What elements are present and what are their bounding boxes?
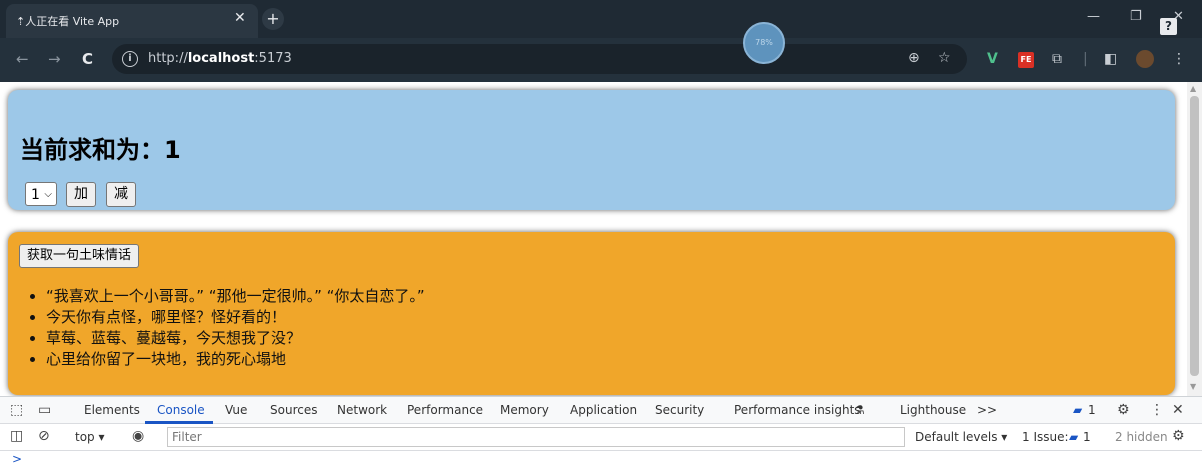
sum-label: 当前求和为： bbox=[20, 136, 164, 164]
tab-elements[interactable]: Elements bbox=[84, 403, 140, 417]
talk-panel: 获取一句土味情话 “我喜欢上一个小哥哥。” “那他一定很帅。” “你太自恋了。”… bbox=[8, 232, 1175, 395]
issues-count-badge[interactable]: 1 bbox=[1088, 403, 1096, 417]
list-item: 草莓、蓝莓、蔓越莓，今天想我了没？ bbox=[46, 328, 425, 349]
tab-network[interactable]: Network bbox=[337, 403, 387, 417]
tab-lighthouse[interactable]: Lighthouse bbox=[900, 403, 966, 417]
page-viewport: 当前求和为：1 1⌵ 加 减 获取一句土味情话 “我喜欢上一个小哥哥。” “那他… bbox=[0, 82, 1187, 396]
inspect-element-icon[interactable]: ⬚ bbox=[10, 402, 23, 418]
tab-title: ⇡人正在看 Vite App bbox=[16, 15, 120, 28]
devtools-menu-icon[interactable]: ⋮ bbox=[1150, 402, 1164, 418]
settings-gear-icon[interactable]: ⚙ bbox=[1117, 402, 1130, 418]
new-tab-button[interactable]: + bbox=[262, 8, 284, 30]
browser-toolbar: ← → C i http://localhost:5173 ⊕ ☆ V FE ⧉… bbox=[0, 38, 1202, 82]
devtools-close-icon[interactable]: ✕ bbox=[1172, 402, 1184, 418]
toolbar-divider: | bbox=[1083, 51, 1088, 67]
console-prompt-icon[interactable]: > bbox=[12, 452, 22, 466]
fetch-talk-button[interactable]: 获取一句土味情话 bbox=[19, 244, 140, 268]
issues-label[interactable]: 1 Issue: bbox=[1022, 430, 1069, 444]
scroll-thumb[interactable] bbox=[1190, 96, 1199, 376]
tab-close-icon[interactable]: ✕ bbox=[234, 10, 246, 26]
message-icon[interactable]: ▰ bbox=[1073, 403, 1082, 417]
browser-tab-strip: ⇡人正在看 Vite App ✕ + — ❐ ✕ ? bbox=[0, 0, 1202, 38]
tab-performance-insights[interactable]: Performance insights bbox=[734, 403, 861, 417]
minimize-icon[interactable]: — bbox=[1087, 9, 1100, 24]
page-scrollbar[interactable]: ▲ ▼ bbox=[1187, 82, 1202, 396]
tab-application[interactable]: Application bbox=[570, 403, 637, 417]
hidden-count: 2 hidden bbox=[1115, 430, 1168, 444]
clear-console-icon[interactable]: ⊘ bbox=[38, 428, 50, 444]
filter-input[interactable]: Filter bbox=[167, 427, 905, 447]
reload-icon[interactable]: C bbox=[82, 50, 93, 68]
extensions-puzzle-icon[interactable]: ⧉ bbox=[1052, 51, 1062, 67]
tab-vue[interactable]: Vue bbox=[225, 403, 247, 417]
address-bar[interactable]: i http://localhost:5173 ⊕ ☆ bbox=[112, 44, 967, 74]
device-toolbar-icon[interactable]: ▭ bbox=[38, 402, 51, 418]
tab-performance[interactable]: Performance bbox=[407, 403, 483, 417]
side-panel-icon[interactable]: ◧ bbox=[1104, 51, 1117, 67]
browser-menu-icon[interactable]: ⋮ bbox=[1172, 51, 1186, 67]
restore-icon[interactable]: ❐ bbox=[1130, 9, 1142, 24]
tab-sources[interactable]: Sources bbox=[270, 403, 317, 417]
profile-avatar[interactable] bbox=[1136, 50, 1154, 68]
message-icon: ▰ bbox=[1069, 430, 1079, 444]
floating-speed-badge[interactable]: 78% bbox=[743, 22, 785, 64]
help-icon[interactable]: ? bbox=[1160, 18, 1177, 35]
devtools-tab-bar: ⬚ ▭ Elements Console Vue Sources Network… bbox=[0, 396, 1202, 424]
scroll-up-icon[interactable]: ▲ bbox=[1190, 84, 1196, 93]
more-tabs-icon[interactable]: >> bbox=[977, 403, 997, 417]
add-button[interactable]: 加 bbox=[66, 182, 96, 207]
sum-heading: 当前求和为：1 bbox=[20, 130, 181, 165]
fe-extension-icon[interactable]: FE bbox=[1018, 52, 1034, 68]
chevron-down-icon: ⌵ bbox=[44, 189, 52, 200]
flask-icon: ⚗ bbox=[854, 403, 865, 417]
sum-value: 1 bbox=[164, 136, 181, 164]
eye-icon[interactable]: ◉ bbox=[132, 428, 144, 444]
forward-icon[interactable]: → bbox=[48, 50, 61, 68]
context-select[interactable]: top ▾ bbox=[75, 430, 105, 444]
tab-memory[interactable]: Memory bbox=[500, 403, 549, 417]
back-icon[interactable]: ← bbox=[16, 50, 29, 68]
vue-devtools-icon[interactable]: V bbox=[987, 51, 998, 67]
scroll-down-icon[interactable]: ▼ bbox=[1190, 382, 1196, 391]
sidebar-toggle-icon[interactable]: ◫ bbox=[10, 428, 23, 444]
subtract-button[interactable]: 减 bbox=[106, 182, 136, 207]
step-select[interactable]: 1 ⌵ bbox=[25, 182, 57, 206]
bookmark-star-icon[interactable]: ☆ bbox=[938, 50, 951, 66]
browser-tab[interactable]: ⇡人正在看 Vite App ✕ bbox=[6, 4, 258, 38]
list-item: “我喜欢上一个小哥哥。” “那他一定很帅。” “你太自恋了。” bbox=[46, 286, 425, 307]
console-settings-icon[interactable]: ⚙ bbox=[1172, 428, 1185, 444]
tab-security[interactable]: Security bbox=[655, 403, 704, 417]
tab-console[interactable]: Console bbox=[157, 403, 205, 417]
default-levels-dropdown[interactable]: Default levels ▾ bbox=[915, 430, 1007, 444]
console-filter-bar: ◫ ⊘ top ▾ ◉ Filter Default levels ▾ 1 Is… bbox=[0, 424, 1202, 451]
count-panel: 当前求和为：1 1 ⌵ 加 减 bbox=[8, 90, 1175, 210]
issues-count[interactable]: 1 bbox=[1083, 430, 1091, 444]
zoom-icon[interactable]: ⊕ bbox=[908, 50, 920, 66]
url-text[interactable]: http://localhost:5173 bbox=[148, 51, 292, 66]
list-item: 心里给你留了一块地，我的死心塌地 bbox=[46, 349, 425, 370]
list-item: 今天你有点怪，哪里怪？怪好看的！ bbox=[46, 307, 425, 328]
site-info-icon[interactable]: i bbox=[122, 51, 138, 67]
talk-list: “我喜欢上一个小哥哥。” “那他一定很帅。” “你太自恋了。” 今天你有点怪，哪… bbox=[46, 286, 425, 370]
